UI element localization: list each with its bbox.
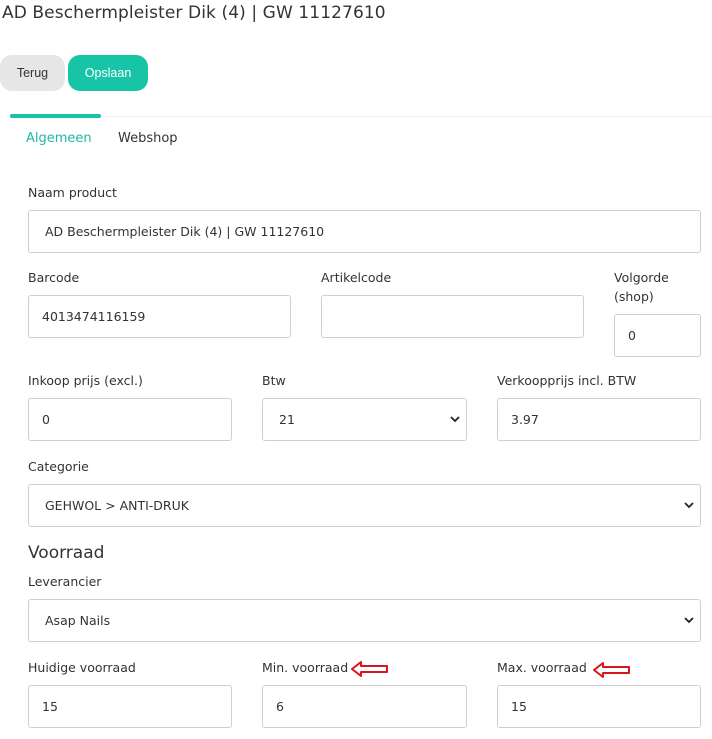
chevron-down-icon	[684, 617, 694, 624]
current-stock-input[interactable]: 15	[28, 685, 232, 728]
category-label: Categorie	[28, 459, 89, 474]
barcode-input[interactable]: 4013474116159	[28, 295, 291, 338]
barcode-label: Barcode	[28, 270, 80, 285]
chevron-down-icon	[450, 416, 460, 423]
vat-select[interactable]: 21	[262, 398, 467, 441]
tabs-divider	[10, 116, 712, 117]
category-select-value: GEHWOL > ANTI-DRUK	[45, 498, 189, 513]
stock-section-title: Voorraad	[28, 543, 105, 563]
order-label-line1: Volgorde	[614, 270, 669, 285]
active-tab-indicator	[10, 114, 101, 118]
product-name-label: Naam product	[28, 185, 117, 200]
back-button[interactable]: Terug	[0, 55, 65, 91]
min-stock-label: Min. voorraad	[262, 660, 349, 675]
product-name-input[interactable]: AD Beschermpleister Dik (4) | GW 1112761…	[28, 210, 701, 253]
order-label-line2: (shop)	[614, 289, 654, 304]
supplier-label: Leverancier	[28, 574, 102, 589]
supplier-select[interactable]: Asap Nails	[28, 599, 701, 642]
supplier-select-value: Asap Nails	[45, 613, 111, 628]
tab-webshop[interactable]: Webshop	[118, 131, 178, 146]
arrow-left-icon	[593, 662, 630, 678]
current-stock-label: Huidige voorraad	[28, 660, 136, 675]
max-stock-label: Max. voorraad	[497, 660, 587, 675]
purchase-price-input[interactable]: 0	[28, 398, 232, 441]
category-select[interactable]: GEHWOL > ANTI-DRUK	[28, 484, 701, 527]
sale-price-input[interactable]: 3.97	[497, 398, 701, 441]
chevron-down-icon	[684, 502, 694, 509]
purchase-price-label: Inkoop prijs (excl.)	[28, 373, 143, 388]
order-input[interactable]: 0	[614, 314, 701, 357]
arrow-left-icon	[351, 661, 388, 677]
vat-select-value: 21	[279, 412, 295, 427]
min-stock-input[interactable]: 6	[262, 685, 467, 728]
save-button[interactable]: Opslaan	[68, 55, 148, 91]
article-code-input[interactable]	[321, 295, 584, 338]
page-title: AD Beschermpleister Dik (4) | GW 1112761…	[2, 3, 386, 23]
max-stock-input[interactable]: 15	[497, 685, 701, 728]
vat-label: Btw	[262, 373, 286, 388]
article-code-label: Artikelcode	[321, 270, 392, 285]
tab-algemeen[interactable]: Algemeen	[26, 131, 92, 146]
sale-price-label: Verkoopprijs incl. BTW	[497, 373, 637, 388]
order-label: Volgorde (shop)	[614, 268, 669, 306]
